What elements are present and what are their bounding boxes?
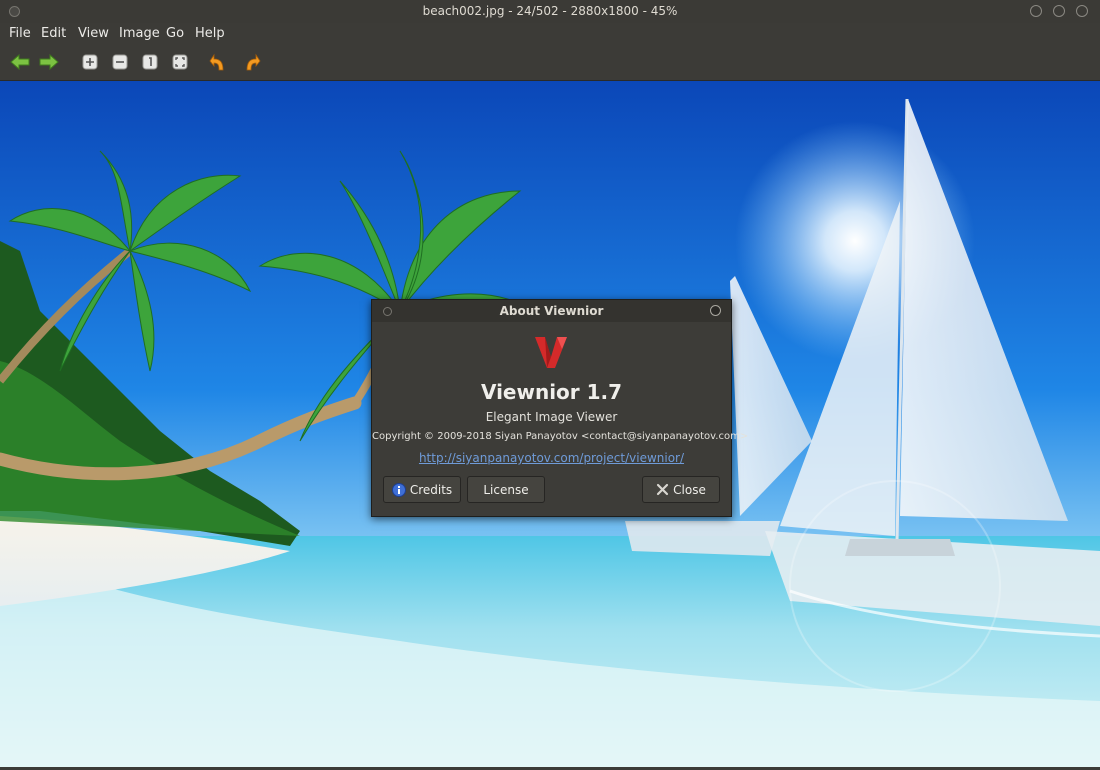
arrow-left-icon[interactable] (9, 51, 31, 73)
rotate-right-icon[interactable] (239, 51, 261, 73)
menu-view[interactable]: View (78, 26, 109, 41)
menu-help[interactable]: Help (195, 26, 225, 41)
zoom-in-icon[interactable] (79, 51, 101, 73)
dialog-close-icon[interactable] (710, 305, 721, 316)
license-button[interactable]: License (467, 476, 545, 503)
dialog-title-bar[interactable]: About Viewnior (372, 300, 731, 322)
viewnior-logo-icon (535, 337, 567, 368)
menu-go[interactable]: Go (166, 26, 184, 41)
close-window-icon[interactable] (1076, 5, 1088, 17)
app-window: beach002.jpg - 24/502 - 2880x1800 - 45% … (0, 0, 1100, 770)
rotate-left-icon[interactable] (209, 51, 231, 73)
menu-file[interactable]: File (9, 26, 31, 41)
dialog-title: About Viewnior (499, 304, 604, 318)
license-label: License (483, 482, 529, 497)
menu-bar: File Edit View Image Go Help (0, 23, 1100, 45)
copyright-text: Copyright © 2009-2018 Siyan Panayotov <c… (372, 431, 749, 442)
zoom-normal-icon[interactable] (139, 51, 161, 73)
close-icon (657, 483, 669, 496)
menu-image[interactable]: Image (119, 26, 160, 41)
arrow-right-icon[interactable] (38, 51, 60, 73)
zoom-fit-icon[interactable] (169, 51, 191, 73)
toolbar (0, 45, 1100, 81)
website-link[interactable]: http://siyanpanayotov.com/project/viewni… (372, 451, 731, 465)
minimize-icon[interactable] (1030, 5, 1042, 17)
info-icon (391, 482, 406, 497)
window-title: beach002.jpg - 24/502 - 2880x1800 - 45% (422, 4, 678, 18)
title-bar[interactable]: beach002.jpg - 24/502 - 2880x1800 - 45% (0, 0, 1100, 24)
about-dialog: About Viewnior Viewnior 1.7 Elegant Imag… (371, 299, 749, 517)
credits-label: Credits (409, 482, 453, 497)
app-description: Elegant Image Viewer (485, 410, 618, 424)
menu-edit[interactable]: Edit (41, 26, 66, 41)
maximize-icon[interactable] (1053, 5, 1065, 17)
close-label: Close (673, 482, 706, 497)
credits-button[interactable]: Credits (383, 476, 461, 503)
zoom-out-icon[interactable] (109, 51, 131, 73)
close-button[interactable]: Close (642, 476, 720, 503)
app-name: Viewnior 1.7 (480, 380, 623, 404)
